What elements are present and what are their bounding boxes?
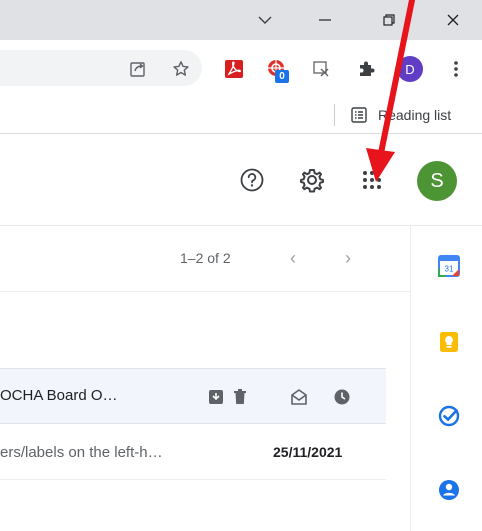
extension-badge: 0 — [275, 70, 289, 83]
support-help-icon[interactable] — [238, 166, 266, 194]
email-subject: OCHA Board O… — [0, 387, 118, 404]
archive-icon[interactable] — [206, 387, 226, 407]
mark-as-read-icon[interactable] — [289, 387, 309, 407]
settings-gear-icon[interactable] — [298, 166, 326, 194]
email-date: 25/11/2021 — [273, 444, 343, 460]
delete-icon[interactable] — [230, 387, 250, 407]
close-button[interactable] — [424, 0, 482, 40]
browser-menu-icon[interactable] — [445, 58, 467, 80]
close-icon — [447, 14, 459, 26]
profile-avatar[interactable]: D — [397, 56, 423, 82]
google-apps-icon[interactable] — [358, 166, 386, 194]
title-bar — [0, 0, 482, 40]
chevron-right-icon[interactable]: › — [345, 249, 351, 267]
extensions-puzzle-icon[interactable] — [355, 58, 377, 80]
account-initial: S — [430, 169, 444, 192]
red-extension-icon[interactable]: 0 — [265, 58, 289, 83]
calendar-icon[interactable]: 31 — [438, 255, 460, 277]
reading-list-icon — [351, 107, 367, 123]
chevron-left-icon[interactable]: ‹ — [290, 249, 296, 267]
minimize-button[interactable] — [296, 0, 354, 40]
acrobat-extension-icon[interactable] — [223, 58, 245, 80]
bookmark-star-icon[interactable] — [170, 58, 192, 80]
side-panel: 31 — [410, 226, 482, 531]
reading-list-button[interactable]: Reading list — [350, 105, 451, 125]
email-row[interactable]: OCHA Board O… — [0, 368, 386, 424]
browser-toolbar: 0 D — [0, 40, 482, 96]
calendar-day: 31 — [445, 265, 454, 274]
screenshot-extension-icon[interactable] — [310, 58, 332, 80]
email-snippet: ers/labels on the left-h… — [0, 444, 163, 461]
account-avatar[interactable]: S — [417, 161, 457, 201]
gmail-header: S — [0, 134, 482, 226]
restore-button[interactable] — [360, 0, 418, 40]
pagination-count: 1–2 of 2 — [180, 250, 231, 266]
snooze-clock-icon[interactable] — [332, 387, 352, 407]
pagination-bar: 1–2 of 2 ‹ › — [0, 226, 410, 292]
bookmarks-divider — [334, 104, 335, 126]
chevron-down-icon — [258, 16, 272, 24]
share-icon[interactable] — [127, 58, 149, 80]
profile-initial: D — [405, 61, 415, 77]
tab-search-button[interactable] — [236, 0, 294, 40]
minimize-icon — [319, 19, 331, 21]
browser-window: 0 D Reading list S 1–2 of 2 ‹ › OCHA Boa… — [0, 0, 482, 531]
contacts-icon[interactable] — [438, 479, 460, 501]
keep-icon[interactable] — [438, 331, 460, 353]
bookmarks-bar: Reading list — [0, 96, 482, 134]
tasks-icon[interactable] — [438, 405, 460, 427]
email-row[interactable]: ers/labels on the left-h… 25/11/2021 — [0, 424, 386, 480]
restore-icon — [383, 14, 395, 26]
reading-list-label: Reading list — [378, 107, 452, 123]
